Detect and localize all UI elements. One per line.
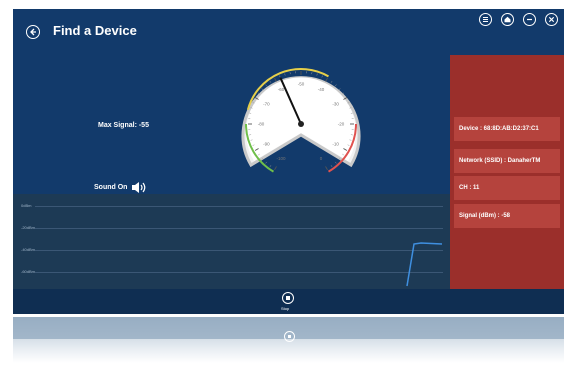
gauge-minor-tick [265,84,268,87]
gauge-minor-tick [330,165,333,168]
gauge-major-tick [325,166,328,171]
signal-trace [406,242,443,287]
gauge-minor-tick [316,73,318,76]
gauge-major-tick [274,77,277,82]
signal-line [406,242,443,287]
home-icon [504,16,511,23]
gauge-tick-label: -50 [298,82,305,87]
gauge-tick-label: -30 [332,102,339,107]
gauge-tick-label: -10 [332,142,339,147]
gauge-minor-tick [265,161,268,164]
gauge-minor-tick [334,161,337,164]
back-button[interactable] [26,25,40,39]
gauge-tick-label: -70 [263,102,270,107]
device-info-panel: Device : 68:8D:AB:D2:37:C1 Network (SSID… [450,55,564,289]
app-bar: Stop [13,289,564,314]
close-button[interactable] [545,13,558,26]
signal-history-chart: 0dBm -20dBm -40dBm -60dBm [13,194,450,289]
gauge-tick-label: 0 [320,156,323,161]
gauge-tick-label: -100 [276,156,286,161]
gauge-major-tick [325,77,328,82]
gauge-minor-tick [334,84,337,87]
gauge-minor-tick [338,88,341,91]
page-title: Find a Device [53,23,137,38]
close-icon [548,16,555,23]
gauge-minor-tick [269,165,272,168]
gauge-tick-label: -40 [318,87,325,92]
speaker-icon [132,182,146,193]
gauge-tick-label: -20 [338,122,345,127]
gauge-tick-label: -60 [278,87,285,92]
stop-button[interactable] [282,292,294,304]
title-bar: Find a Device [13,9,564,54]
gauge-minor-tick [321,75,323,78]
gauge-minor-tick [284,73,286,76]
network-ssid: Network (SSID) : DanaherTM [454,149,560,173]
gauge-major-tick [274,166,277,171]
device-mac: Device : 68:8D:AB:D2:37:C1 [454,117,560,141]
gauge-minor-tick [279,75,281,78]
signal-gauge: -100-90-80-70-60-50-40-30-20-100 [241,68,361,173]
gauge-minor-tick [330,80,333,83]
app-window: Find a Device Max Signal: -55 Sound On -… [13,9,564,314]
home-button[interactable] [501,13,514,26]
back-arrow-icon [30,28,36,36]
signal-dbm: Signal (dBm) : -58 [454,204,560,228]
sound-toggle[interactable]: Sound On [94,181,147,194]
menu-button[interactable] [479,13,492,26]
gauge-hub [298,121,304,127]
minimize-button[interactable] [523,13,536,26]
max-signal-label: Max Signal: -55 [98,122,149,129]
gauge-minor-tick [261,88,264,91]
minimize-icon [527,18,532,21]
menu-icon [483,17,488,22]
gauge-tick-label: -90 [263,142,270,147]
reflection [13,317,564,363]
sound-label: Sound On [94,184,128,191]
reflection-stop-icon [284,331,295,342]
window-controls [479,13,558,26]
gauge-minor-tick [269,80,272,83]
channel: CH : 11 [454,176,560,200]
stop-label: Stop [281,306,290,311]
gauge-tick-label: -80 [258,122,265,127]
